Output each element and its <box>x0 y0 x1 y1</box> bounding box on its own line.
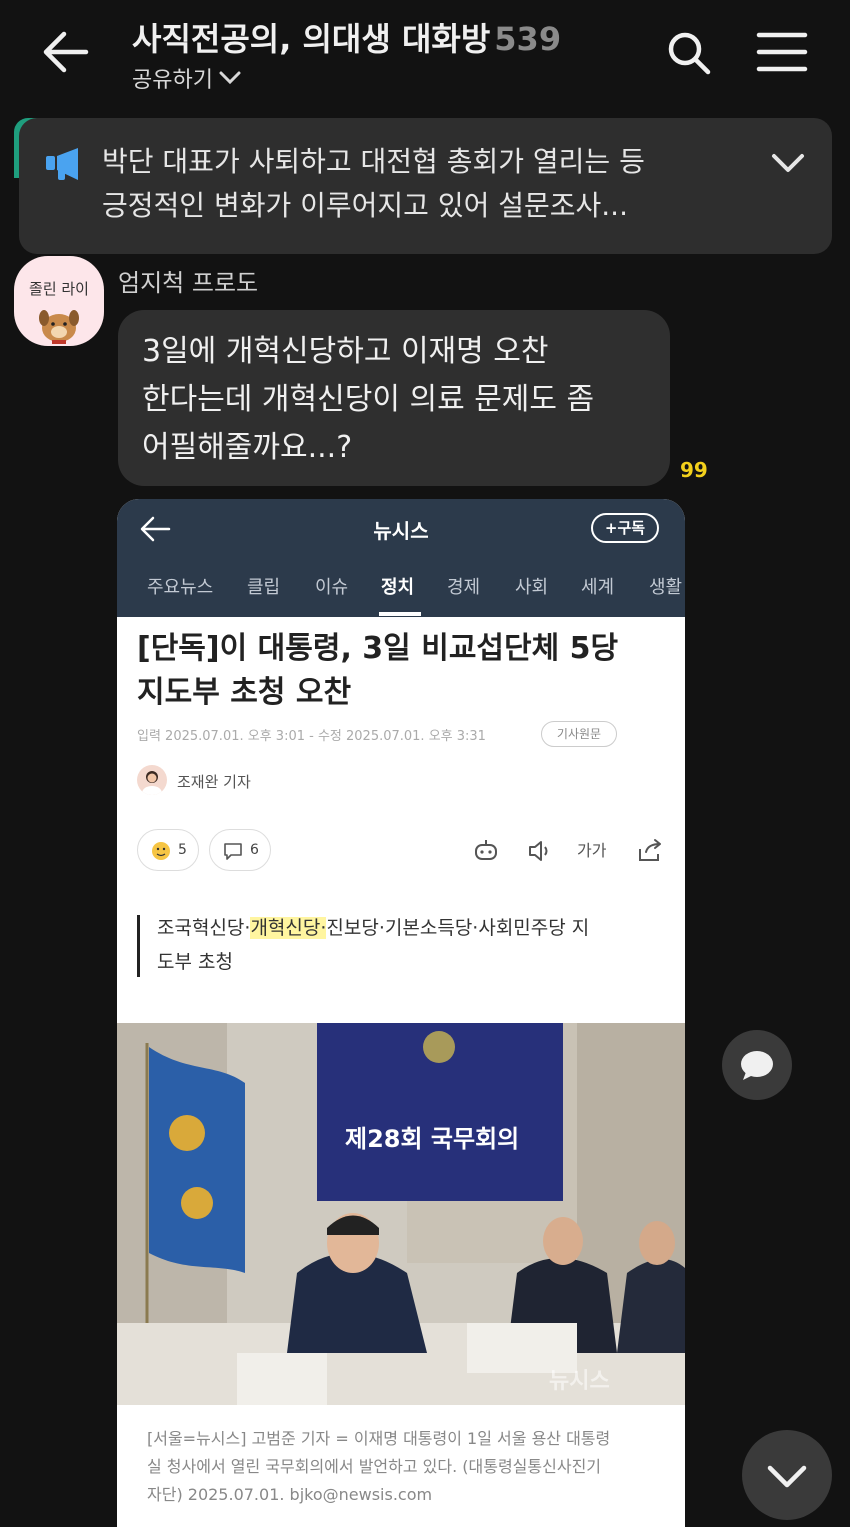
unread-count: 99 <box>680 458 708 482</box>
notice-line-1: 박단 대표가 사퇴하고 대전협 총회가 열리는 등 <box>102 145 645 178</box>
comment-pill: 6 <box>209 829 271 871</box>
news-watermark: 뉴시스 <box>549 1369 610 1394</box>
lede-highlight: 개혁신당· <box>250 917 327 939</box>
news-photo-sign: 제28회 국무회의 <box>345 1125 520 1153</box>
chat-title: 사직전공의, 의대생 대화방 539 <box>132 14 561 60</box>
reply-button[interactable] <box>722 1030 792 1100</box>
reaction-count: 5 <box>178 842 187 858</box>
news-caption: [서울=뉴시스] 고범준 기자 = 이재명 대통령이 1일 서울 용산 대통령 … <box>147 1425 667 1509</box>
news-origin-button: 기사원문 <box>541 721 617 747</box>
news-timestamp: 입력 2025.07.01. 오후 3:01 - 수정 2025.07.01. … <box>137 729 486 744</box>
caption-line: 실 청사에서 열린 국무회의에서 발언하고 있다. (대통령실통신사진기 <box>147 1457 602 1476</box>
news-tab: 이슈 <box>315 577 349 598</box>
speech-bubble-icon <box>224 843 242 860</box>
search-button[interactable] <box>664 28 714 78</box>
chevron-down-icon <box>772 154 804 172</box>
menu-button[interactable] <box>756 30 808 74</box>
news-tab: 사회 <box>515 577 549 598</box>
news-lede: 조국혁신당·개혁신당·진보당·기본소득당·사회민주당 지 도부 초청 <box>157 911 667 979</box>
news-tab-underline <box>379 612 421 616</box>
news-tab: 주요뉴스 <box>147 577 214 598</box>
chat-header: 사직전공의, 의대생 대화방 539 공유하기 <box>0 0 850 110</box>
message-line: 한다는데 개혁신당이 의료 문제도 좀 <box>142 382 595 417</box>
news-tab: 클립 <box>247 577 281 598</box>
search-icon <box>668 32 711 75</box>
news-headline: [단독]이 대통령, 3일 비교섭단체 5당 지도부 초청 오찬 <box>137 627 667 715</box>
lede-text: 진보당·기본소득당·사회민주당 지 <box>326 917 590 939</box>
news-tab: 세계 <box>581 577 615 598</box>
reporter-avatar <box>137 765 167 795</box>
news-tab: 생활 <box>649 577 683 598</box>
comment-count: 6 <box>250 842 259 858</box>
member-count: 539 <box>494 20 562 58</box>
news-subscribe-button: +구독 <box>591 513 659 543</box>
lede-line: 도부 초청 <box>157 951 233 973</box>
news-tab-bar: 주요뉴스 클립 이슈 정치 경제 사회 세계 생활 <box>117 573 685 603</box>
lede-quote-bar <box>137 915 140 977</box>
chat-title-text: 사직전공의, 의대생 대화방 <box>132 20 491 58</box>
shared-image[interactable]: 뉴시스 +구독 주요뉴스 클립 이슈 정치 경제 사회 세계 생활 [단독]이 … <box>117 499 685 1527</box>
chevron-down-icon <box>219 71 241 85</box>
notice-line-2: 긍정적인 변화가 이루어지고 있어 설문조사... <box>102 189 628 222</box>
lede-line: 조국혁신당·개혁신당·진보당·기본소득당·사회민주당 지 <box>157 911 667 945</box>
chevron-down-icon <box>767 1465 807 1488</box>
message-line: 3일에 개혁신당하고 이재명 오찬 <box>142 334 549 369</box>
headline-line: 지도부 초청 오찬 <box>137 675 352 710</box>
reporter-name: 조재완 기자 <box>177 773 251 791</box>
news-app-header: 뉴시스 +구독 주요뉴스 클립 이슈 정치 경제 사회 세계 생활 <box>117 499 685 617</box>
share-dropdown[interactable]: 공유하기 <box>132 62 241 94</box>
headline-line: [단독]이 대통령, 3일 비교섭단체 5당 <box>137 631 619 666</box>
chat-bubble-icon <box>741 1051 773 1080</box>
speaker-icon <box>525 837 555 865</box>
news-tab-active: 정치 <box>381 577 415 598</box>
share-icon <box>635 837 665 865</box>
emoji-reaction-icon <box>152 842 170 860</box>
message-line: 어필해줄까요...? <box>142 430 353 465</box>
back-button[interactable] <box>36 26 96 78</box>
robot-icon <box>471 837 501 865</box>
news-photo: 제28회 국무회의 뉴시스 <box>117 1023 685 1405</box>
hamburger-icon <box>756 32 808 72</box>
share-label: 공유하기 <box>132 68 213 93</box>
lede-text: 조국혁신당· <box>157 917 251 939</box>
back-arrow-icon <box>43 31 89 73</box>
megaphone-icon <box>44 146 82 182</box>
caption-line: [서울=뉴시스] 고범준 기자 = 이재명 대통령이 1일 서울 용산 대통령 <box>147 1429 611 1448</box>
notice-expand-button[interactable] <box>768 148 808 178</box>
reaction-pill: 5 <box>137 829 199 871</box>
message-text: 3일에 개혁신당하고 이재명 오찬 한다는데 개혁신당이 의료 문제도 좀 어필… <box>142 328 662 472</box>
font-size-icon: 가가 <box>577 841 607 860</box>
news-tab: 경제 <box>447 577 481 598</box>
scroll-to-bottom-button[interactable] <box>742 1430 832 1520</box>
character-icon <box>39 310 79 344</box>
sender-name: 엄지척 프로도 <box>118 269 259 297</box>
caption-line: 자단) 2025.07.01. bjko@newsis.com <box>147 1485 433 1504</box>
notice-text: 박단 대표가 사퇴하고 대전협 총회가 열리는 등 긍정적인 변화가 이루어지고… <box>102 140 722 228</box>
avatar[interactable]: 졸린 라이 <box>14 256 104 346</box>
